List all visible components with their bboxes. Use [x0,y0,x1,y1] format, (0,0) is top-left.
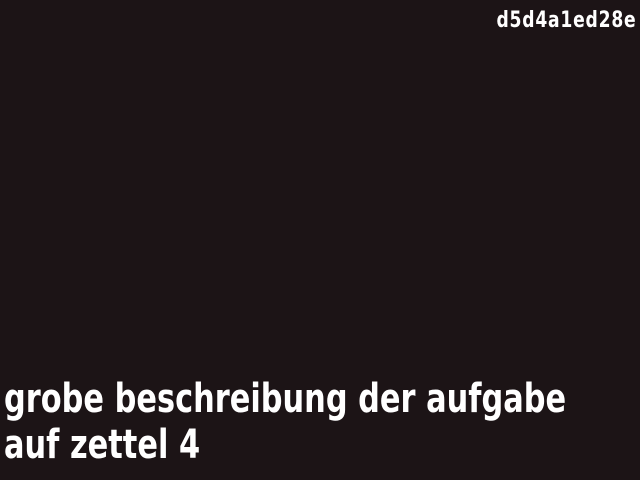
video-frame: d5d4a1ed28e grobe beschreibung der aufga… [0,0,640,480]
caption-line-2: auf zettel 4 [4,422,201,468]
subtitle-caption: grobe beschreibung der aufgabe auf zette… [4,376,640,468]
caption-line-1: grobe beschreibung der aufgabe [4,376,567,422]
frame-id-label: d5d4a1ed28e [496,8,636,33]
